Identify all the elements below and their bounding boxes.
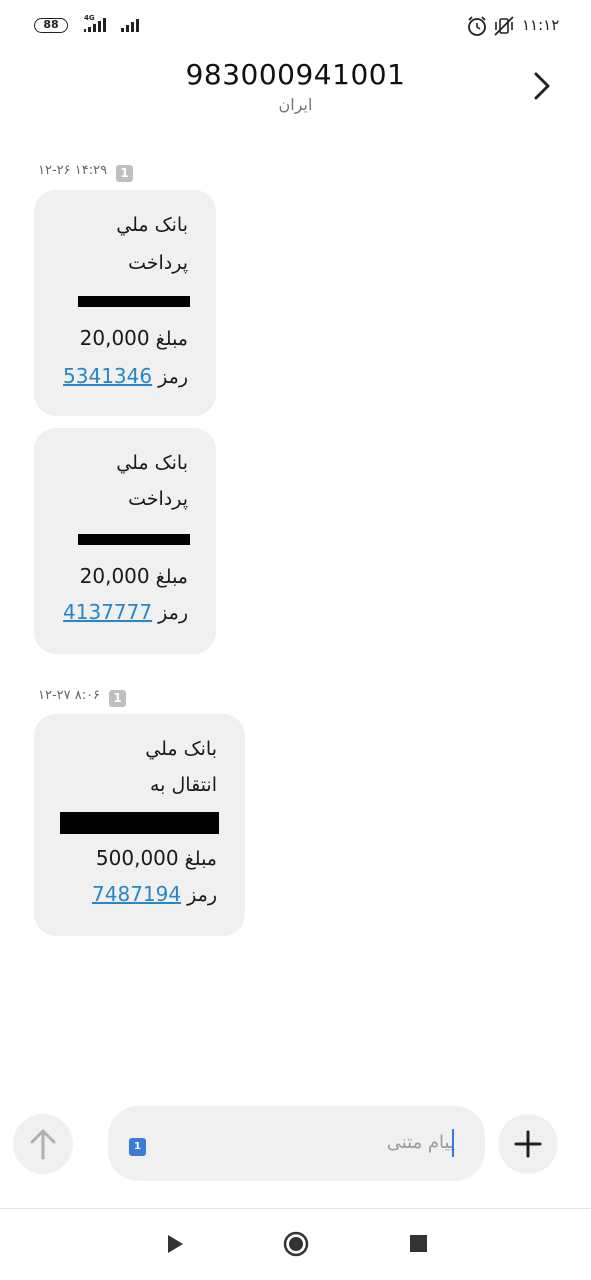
message-code-line: رمز 5341346 <box>63 364 188 388</box>
message-input[interactable]: پیام متنی <box>108 1106 485 1181</box>
chevron-right-icon[interactable] <box>530 70 554 102</box>
arrow-up-icon <box>30 1129 56 1160</box>
message-transaction-type: پرداخت <box>128 252 188 274</box>
message-bubble[interactable]: بانک ملي پرداخت مبلغ 20,000 رمز 5341346 <box>34 190 216 416</box>
battery-indicator: 88 <box>34 18 68 33</box>
signal-strength-icon <box>84 18 139 32</box>
message-bank-name: بانک ملي <box>145 738 217 760</box>
code-link[interactable]: 5341346 <box>63 364 152 388</box>
message-date: ۱۲-۲۶ ۱۴:۲۹ <box>38 163 108 178</box>
square-icon[interactable] <box>409 1234 429 1254</box>
amount-value: 20,000 <box>79 564 150 588</box>
amount-label: مبلغ <box>155 328 188 350</box>
vibrate-off-icon <box>494 16 514 36</box>
sim-badge: 1 <box>116 165 133 182</box>
sim-selector-icon[interactable]: 1 <box>129 1138 146 1156</box>
scroll-up-button[interactable] <box>13 1114 73 1174</box>
contact-region-subtitle: ایران <box>278 95 313 114</box>
amount-value: 20,000 <box>79 326 150 350</box>
amount-label: مبلغ <box>155 566 188 588</box>
redaction-bar <box>60 812 219 834</box>
redaction-bar <box>78 296 190 307</box>
redaction-bar <box>78 534 190 545</box>
contact-number-title: 983000941001 <box>185 58 406 91</box>
message-amount-line: مبلغ 500,000 <box>96 846 217 870</box>
sim-badge: 1 <box>109 690 126 707</box>
message-code-line: رمز 4137777 <box>63 600 188 624</box>
plus-icon <box>514 1130 542 1158</box>
amount-label: مبلغ <box>184 848 217 870</box>
message-bank-name: بانک ملي <box>116 214 188 236</box>
message-amount-line: مبلغ 20,000 <box>80 564 188 588</box>
navigation-divider <box>0 1208 591 1209</box>
message-code-line: رمز 7487194 <box>92 882 217 906</box>
code-label: رمز <box>158 366 188 388</box>
status-time: ۱۱:۱۲ <box>522 16 560 34</box>
message-transaction-type: پرداخت <box>128 488 188 510</box>
code-link[interactable]: 4137777 <box>63 600 152 624</box>
message-amount-line: مبلغ 20,000 <box>80 326 188 350</box>
alarm-icon <box>468 16 486 36</box>
code-label: رمز <box>187 884 217 906</box>
message-bank-name: بانک ملي <box>116 452 188 474</box>
message-input-placeholder: پیام متنی <box>386 1132 455 1153</box>
text-cursor <box>452 1129 454 1157</box>
message-bubble[interactable]: بانک ملي انتقال به مبلغ 500,000 رمز 7487… <box>34 714 245 936</box>
triangle-icon[interactable] <box>164 1233 186 1255</box>
code-link[interactable]: 7487194 <box>92 882 181 906</box>
message-transaction-type: انتقال به <box>149 774 217 796</box>
message-date: ۱۲-۲۷ ۸:۰۶ <box>38 688 101 703</box>
code-label: رمز <box>158 602 188 624</box>
amount-value: 500,000 <box>95 846 179 870</box>
message-bubble[interactable]: بانک ملي پرداخت مبلغ 20,000 رمز 4137777 <box>34 428 216 654</box>
circle-icon[interactable] <box>282 1230 310 1258</box>
add-attachment-button[interactable] <box>498 1114 558 1174</box>
